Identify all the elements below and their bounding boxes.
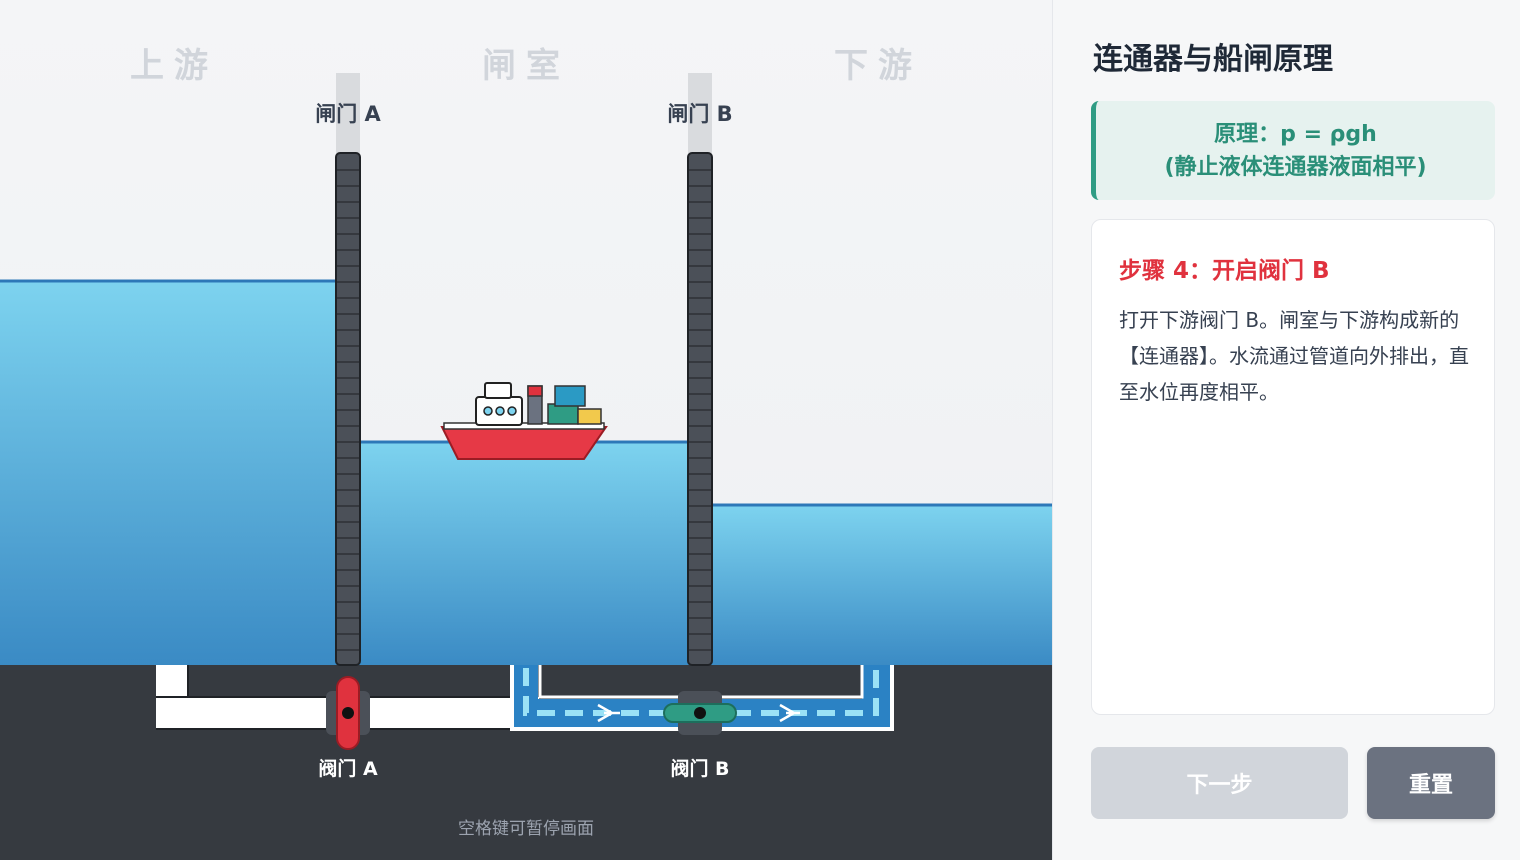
zone-label-downstream: 下游 xyxy=(834,46,922,86)
gate-b-label: 闸门 B xyxy=(667,102,733,126)
zone-label-chamber: 闸室 xyxy=(482,46,570,86)
step-card: 步骤 4：开启阀门 B 打开下游阀门 B。闸室与下游构成新的【连通器】。水流通过… xyxy=(1091,219,1495,715)
scene-canvas xyxy=(0,0,1052,860)
gate-a xyxy=(335,152,361,666)
downstream-water xyxy=(710,505,1052,667)
app-window: 上游 闸室 下游 闸门 A 闸门 B 阀门 A 阀门 B 空格键可暂停画面 连通… xyxy=(0,0,1520,860)
next-step-button[interactable]: 下一步 xyxy=(1091,747,1348,819)
pause-hint: 空格键可暂停画面 xyxy=(458,819,594,839)
reset-button[interactable]: 重置 xyxy=(1367,747,1495,819)
principle-box: 原理：p = ρgh (静止液体连通器液面相平) xyxy=(1091,101,1495,200)
gate-b xyxy=(687,152,713,666)
panel-title: 连通器与船闸原理 xyxy=(1093,42,1333,77)
upstream-water xyxy=(0,281,338,667)
gate-a-label: 闸门 A xyxy=(315,102,381,126)
chamber-water xyxy=(358,442,690,667)
valve-a-label: 阀门 A xyxy=(318,758,378,780)
principle-formula: 原理：p = ρgh xyxy=(1214,121,1377,147)
ship-lock-scene: 上游 闸室 下游 闸门 A 闸门 B 阀门 A 阀门 B 空格键可暂停画面 xyxy=(0,0,1052,860)
info-panel: 连通器与船闸原理 原理：p = ρgh (静止液体连通器液面相平) 步骤 4：开… xyxy=(1052,0,1520,860)
valve-b-label: 阀门 B xyxy=(670,758,730,780)
step-description: 打开下游阀门 B。闸室与下游构成新的【连通器】。水流通过管道向外排出，直至水位再… xyxy=(1119,308,1469,404)
principle-note: (静止液体连通器液面相平) xyxy=(1164,154,1427,180)
zone-label-upstream: 上游 xyxy=(130,46,218,86)
step-title: 步骤 4：开启阀门 B xyxy=(1119,258,1330,284)
